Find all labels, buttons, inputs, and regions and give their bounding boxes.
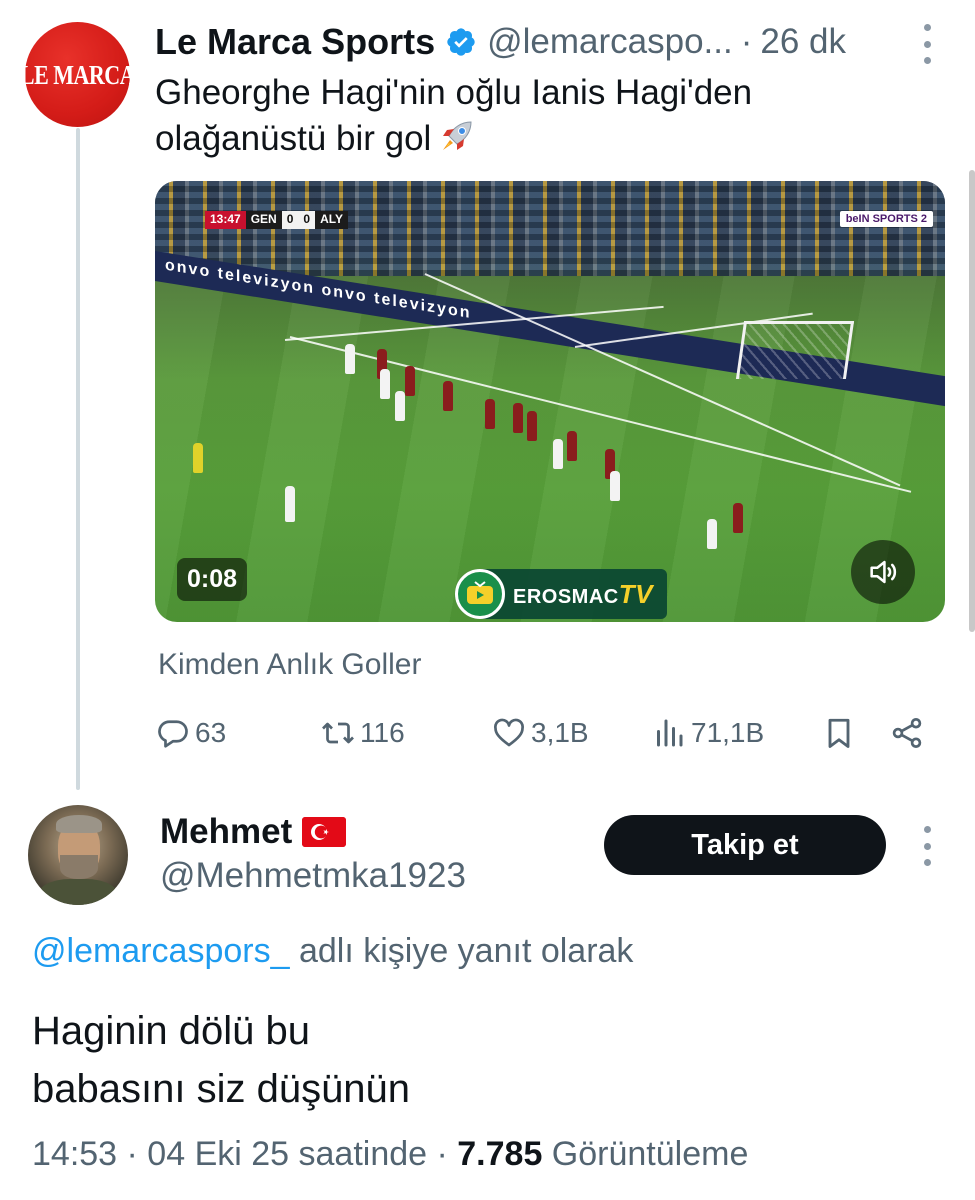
rocket-emoji-icon <box>443 121 472 150</box>
le-marca-avatar[interactable]: LE MARCA <box>20 22 136 127</box>
follow-button[interactable]: Takip et <box>604 815 886 875</box>
reply-button[interactable]: 63 <box>155 710 226 756</box>
reply-text-line1: Haginin dölü bu <box>32 1009 310 1053</box>
reply-timestamp[interactable]: 14:53 · 04 Eki 25 saatinde · <box>32 1135 457 1173</box>
turkey-flag-icon <box>302 817 347 847</box>
reply-to-mention-link[interactable]: @lemarcaspors_ <box>32 932 290 970</box>
match-scorebug: 13:47 GEN 0 0 ALY <box>205 211 348 229</box>
parent-handle[interactable]: @lemarcaspo... <box>487 22 733 62</box>
reply-view-count: 7.785 <box>457 1135 543 1173</box>
speaker-muted-icon <box>870 560 897 584</box>
header-separator: · <box>740 22 753 61</box>
player-figure <box>443 381 453 411</box>
player-figure <box>485 399 495 429</box>
player-figure <box>733 503 743 533</box>
player-figure <box>567 431 577 461</box>
reply-tweet-text: Haginin dölü bu babasını siz düşünün <box>32 1002 932 1118</box>
player-figure <box>513 403 523 433</box>
player-figure <box>345 344 355 374</box>
home-team: GEN <box>245 211 282 229</box>
parent-action-bar: 63 116 3,1B 71,1B <box>155 710 945 756</box>
player-figure <box>285 486 295 522</box>
bookmark-icon <box>828 718 850 748</box>
share-icon <box>892 718 922 748</box>
erosmac-tv-watermark: EROSMACTV <box>455 569 667 619</box>
away-score: 0 <box>298 211 316 229</box>
player-figure <box>380 369 390 399</box>
mehmet-avatar[interactable] <box>28 805 128 905</box>
source-attribution[interactable]: Kimden Anlık Goller <box>158 648 421 682</box>
player-figure <box>610 471 620 501</box>
share-button[interactable] <box>889 710 925 756</box>
parent-text-line1: Gheorghe Hagi'nin oğlu Ianis Hagi'den <box>155 73 753 112</box>
player-figure <box>553 439 563 469</box>
bookmark-button[interactable] <box>821 710 857 756</box>
parent-timestamp[interactable]: 26 dk <box>760 22 846 62</box>
parent-tweet-text: Gheorghe Hagi'nin oğlu Ianis Hagi'den ol… <box>155 70 875 162</box>
thread-connector-line <box>76 128 80 790</box>
reply-meta-line: 14:53 · 04 Eki 25 saatinde · 7.785 Görün… <box>32 1135 748 1174</box>
match-clock: 13:47 <box>205 211 246 229</box>
parent-tweet-header: Le Marca Sports @lemarcaspo... · 26 dk <box>155 18 846 66</box>
like-button[interactable]: 3,1B <box>491 710 589 756</box>
watermark-brand: EROSMAC <box>513 585 619 608</box>
reply-bubble-icon <box>158 720 188 748</box>
reply-count: 63 <box>195 717 227 748</box>
tv-icon <box>455 569 505 619</box>
mute-toggle-button[interactable] <box>851 540 915 604</box>
player-figure <box>707 519 717 549</box>
scrollbar[interactable] <box>969 170 975 632</box>
repost-count: 116 <box>360 717 405 748</box>
watermark-suffix: TV <box>618 578 653 609</box>
views-button[interactable]: 71,1B <box>651 710 764 756</box>
video-timer: 0:08 <box>177 558 248 601</box>
parent-text-line2: olağanüstü bir gol <box>155 119 432 158</box>
reply-view-label: Görüntüleme <box>542 1135 749 1173</box>
replying-to-line: @lemarcaspors_ adlı kişiye yanıt olarak <box>32 932 633 971</box>
parent-more-options-icon[interactable] <box>922 24 932 64</box>
reply-display-name-row: Mehmet <box>160 812 347 852</box>
repost-button[interactable]: 116 <box>320 710 405 756</box>
video-player[interactable]: onvo televizyon onvo televizyon 13:47 GE… <box>155 181 945 622</box>
heart-icon <box>494 718 524 747</box>
view-count: 71,1B <box>691 717 765 748</box>
player-figure <box>193 443 203 473</box>
reply-display-name[interactable]: Mehmet <box>160 812 292 852</box>
avatar-shirt <box>38 879 118 905</box>
reply-more-options-icon[interactable] <box>922 826 932 866</box>
avatar-beard <box>60 855 98 879</box>
verified-badge-icon <box>447 28 475 56</box>
player-figure <box>405 366 415 396</box>
channel-badge: beIN SPORTS 2 <box>839 211 933 227</box>
home-score: 0 <box>281 211 299 229</box>
avatar-logo-text: LE MARCA <box>19 58 136 90</box>
player-figure <box>527 411 537 441</box>
views-chart-icon <box>657 719 683 747</box>
player-figure <box>395 391 405 421</box>
like-count: 3,1B <box>531 717 589 748</box>
reply-text-line2: babasını siz düşünün <box>32 1067 411 1111</box>
away-team: ALY <box>315 211 348 229</box>
parent-display-name[interactable]: Le Marca Sports <box>155 21 435 63</box>
reply-handle[interactable]: @Mehmetmka1923 <box>160 856 466 896</box>
reply-to-suffix: adlı kişiye yanıt olarak <box>289 932 634 970</box>
goal-net <box>735 321 855 379</box>
repost-arrows-icon <box>322 722 354 744</box>
avatar-hair <box>56 815 102 833</box>
